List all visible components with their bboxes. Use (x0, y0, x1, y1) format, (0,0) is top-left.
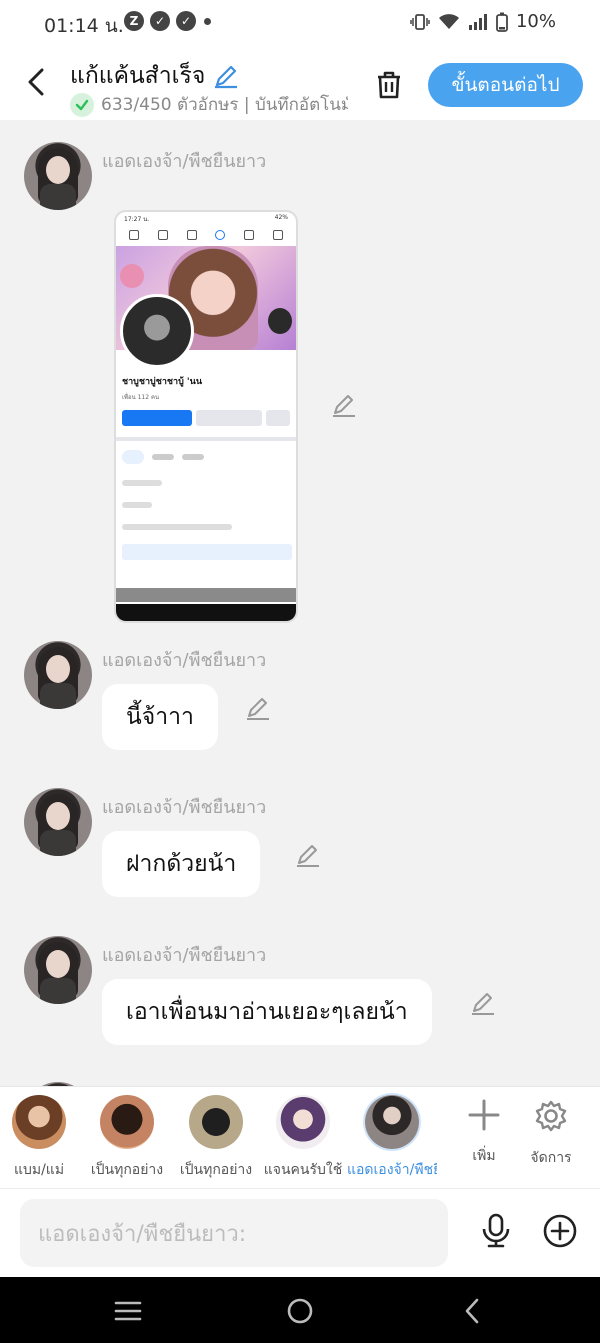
check-icon (70, 92, 94, 117)
battery-percent: 10% (515, 11, 556, 32)
compass-notification-icon: ✓ (176, 11, 196, 31)
character-item[interactable]: แบม/แม่ (0, 1095, 84, 1181)
character-name: แจนคนรับใช้ (263, 1162, 343, 1178)
message-input[interactable]: แอดเองจ้า/พืชยืนยาว: (20, 1199, 448, 1267)
chat-area[interactable]: แอดเองจ้า/พืชยืนยาว 17:27 น. 42% ชาบูชาบ… (0, 120, 600, 1086)
character-avatar (365, 1095, 419, 1149)
character-item[interactable]: แจนคนรับใช้ (258, 1095, 348, 1181)
screenshot-details (122, 480, 292, 546)
battery-icon (496, 12, 508, 32)
title-row: แก้แค้นสำเร็จ (70, 58, 239, 94)
character-item-selected[interactable]: แอดเองจ้า/พืชยืนยาว (347, 1095, 437, 1181)
add-label: เพิ่ม (472, 1148, 496, 1164)
input-bar: แอดเองจ้า/พืชยืนยาว: (0, 1188, 600, 1277)
sender-name: แอดเองจ้า/พืชยืนยาว (102, 650, 267, 671)
character-bar: แบม/แม่ เป็นทุกอย่าง เป็นทุกอย่าง แจนคนร… (0, 1086, 600, 1188)
system-back-button[interactable] (454, 1293, 490, 1329)
gear-icon (535, 1100, 567, 1132)
status-time: 01:14 น. (44, 15, 124, 37)
character-name: เป็นทุกอย่าง (90, 1162, 164, 1178)
sender-name: แอดเองจ้า/พืชยืนยาว (102, 151, 267, 172)
screenshot-battery: 42% (274, 214, 288, 221)
trash-icon (378, 71, 400, 99)
save-status: 633/450 ตัวอักษร | บันทึกอัตโนมัติ (70, 91, 348, 118)
signal-icon (468, 13, 487, 30)
screenshot-friends-count: เพื่อน 112 คน (122, 394, 160, 401)
chevron-left-icon (465, 1298, 479, 1324)
chevron-left-icon (28, 68, 44, 96)
character-item[interactable]: เป็นทุกอย่าง (171, 1095, 261, 1181)
avatar[interactable] (24, 641, 92, 709)
screenshot-time: 17:27 น. (124, 216, 150, 223)
status-bar: 01:14 น. Z ✓ ✓ 10% (0, 0, 600, 46)
screenshot-profile-name: ชาบูชาบู่ชาชาบู้ 'นน (122, 377, 202, 387)
character-avatar (189, 1095, 243, 1149)
header: แก้แค้นสำเร็จ 633/450 ตัวอักษร | บันทึกอ… (0, 46, 600, 120)
character-item[interactable]: เป็นทุกอย่าง (82, 1095, 172, 1181)
character-name: เป็นทุกอย่าง (179, 1162, 253, 1178)
home-circle-icon (287, 1298, 313, 1324)
menu-icon (114, 1301, 142, 1321)
character-avatar (12, 1095, 66, 1149)
character-avatar (100, 1095, 154, 1149)
message-bubble[interactable]: เอาเพื่อนมาอ่านเยอะๆเลยน้า (102, 979, 432, 1045)
message-bubble[interactable]: นี้จ้าาา (102, 684, 218, 750)
screenshot-tabs (122, 450, 204, 464)
pencil-icon[interactable] (213, 63, 239, 89)
back-button[interactable] (18, 64, 54, 100)
sender-name: แอดเองจ้า/พืชยืนยาว (102, 797, 267, 818)
screenshot-status: 17:27 น. 42% (116, 212, 296, 224)
next-step-button[interactable]: ขั้นตอนต่อไป (428, 63, 583, 107)
app-notification-icon: Z (124, 11, 144, 31)
avatar[interactable] (24, 788, 92, 856)
add-character-button[interactable]: เพิ่ม (454, 1099, 514, 1167)
story-title: แก้แค้นสำเร็จ (70, 63, 206, 89)
recent-apps-button[interactable] (110, 1293, 146, 1329)
more-notifications-icon (204, 17, 211, 25)
voice-button[interactable] (476, 1211, 516, 1251)
wifi-icon (438, 13, 459, 29)
screenshot-nav (116, 224, 296, 246)
edit-message-icon[interactable] (245, 696, 271, 722)
message-bubble[interactable]: ฝากด้วยน้า (102, 831, 261, 897)
attach-button[interactable] (540, 1211, 580, 1251)
notification-icons: Z ✓ ✓ (124, 11, 211, 31)
vibrate-icon (410, 13, 430, 30)
char-count-text: 633/450 ตัวอักษร | บันทึกอัตโนมัติ (101, 95, 348, 115)
manage-button[interactable]: จัดการ (521, 1099, 581, 1169)
microphone-icon (482, 1213, 510, 1248)
character-name: แอดเองจ้า/พืชยืนยาว (347, 1162, 437, 1178)
manage-label: จัดการ (530, 1150, 572, 1166)
system-nav-bar (0, 1277, 600, 1343)
edit-message-icon[interactable] (331, 393, 357, 419)
avatar[interactable] (24, 936, 92, 1004)
avatar[interactable] (24, 142, 92, 210)
plus-icon (468, 1099, 500, 1131)
profile-picture (120, 294, 194, 368)
plus-circle-icon (543, 1214, 577, 1248)
sender-name: แอดเองจ้า/พืชยืนยาว (102, 945, 267, 966)
screenshot-buttons (122, 410, 290, 426)
attached-screenshot-image[interactable]: 17:27 น. 42% ชาบูชาบู่ชาชาบู้ 'นน เพื่อน… (114, 210, 298, 623)
character-avatar (276, 1095, 330, 1149)
character-name: แบม/แม่ (13, 1162, 65, 1178)
delete-button[interactable] (370, 66, 408, 104)
home-button[interactable] (282, 1293, 318, 1329)
compass-notification-icon: ✓ (150, 11, 170, 31)
edit-message-icon[interactable] (470, 991, 496, 1017)
status-right: 10% (410, 11, 556, 32)
edit-message-icon[interactable] (295, 843, 321, 869)
